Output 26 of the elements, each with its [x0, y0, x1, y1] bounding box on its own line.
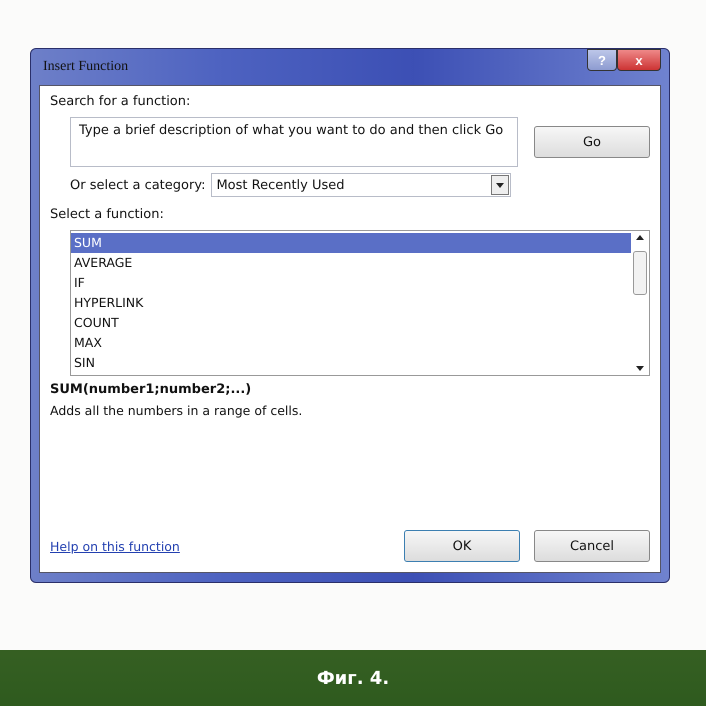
function-item[interactable]: AVERAGE [71, 253, 631, 273]
function-description: Adds all the numbers in a range of cells. [50, 403, 304, 418]
category-label: Or select a category: [70, 178, 206, 192]
category-value: Most Recently Used [216, 178, 345, 192]
help-link[interactable]: Help on this function [50, 538, 390, 554]
search-label: Search for a function: [50, 94, 192, 109]
search-field[interactable]: Type a brief description of what you want to do and then click Go [70, 117, 518, 167]
cancel-button[interactable]: Cancel [534, 530, 650, 562]
function-item[interactable]: IF [71, 273, 631, 293]
ok-button[interactable]: OK [404, 530, 520, 562]
window-title: Insert Function [42, 59, 128, 75]
category-dropdown[interactable]: Most Recently Used [211, 173, 512, 197]
function-item[interactable]: HYPERLINK [71, 293, 631, 313]
scroll-down-icon[interactable] [636, 366, 644, 371]
function-item[interactable]: SUM [71, 233, 631, 253]
close-button[interactable]: x [617, 49, 661, 71]
function-syntax: SUM(number1;number2;...) [50, 382, 252, 397]
function-list-label: Select a function: [50, 207, 165, 222]
figure-caption: Фиг. 4. [316, 668, 390, 688]
dropdown-caret-icon[interactable] [491, 175, 510, 195]
function-item[interactable]: MAX [71, 333, 631, 353]
go-button[interactable]: Go [534, 126, 650, 158]
function-item[interactable]: SIN [71, 353, 631, 373]
function-item[interactable]: COUNT [71, 313, 631, 333]
scroll-up-icon[interactable] [636, 235, 644, 240]
scrollbar-thumb[interactable] [633, 251, 647, 295]
